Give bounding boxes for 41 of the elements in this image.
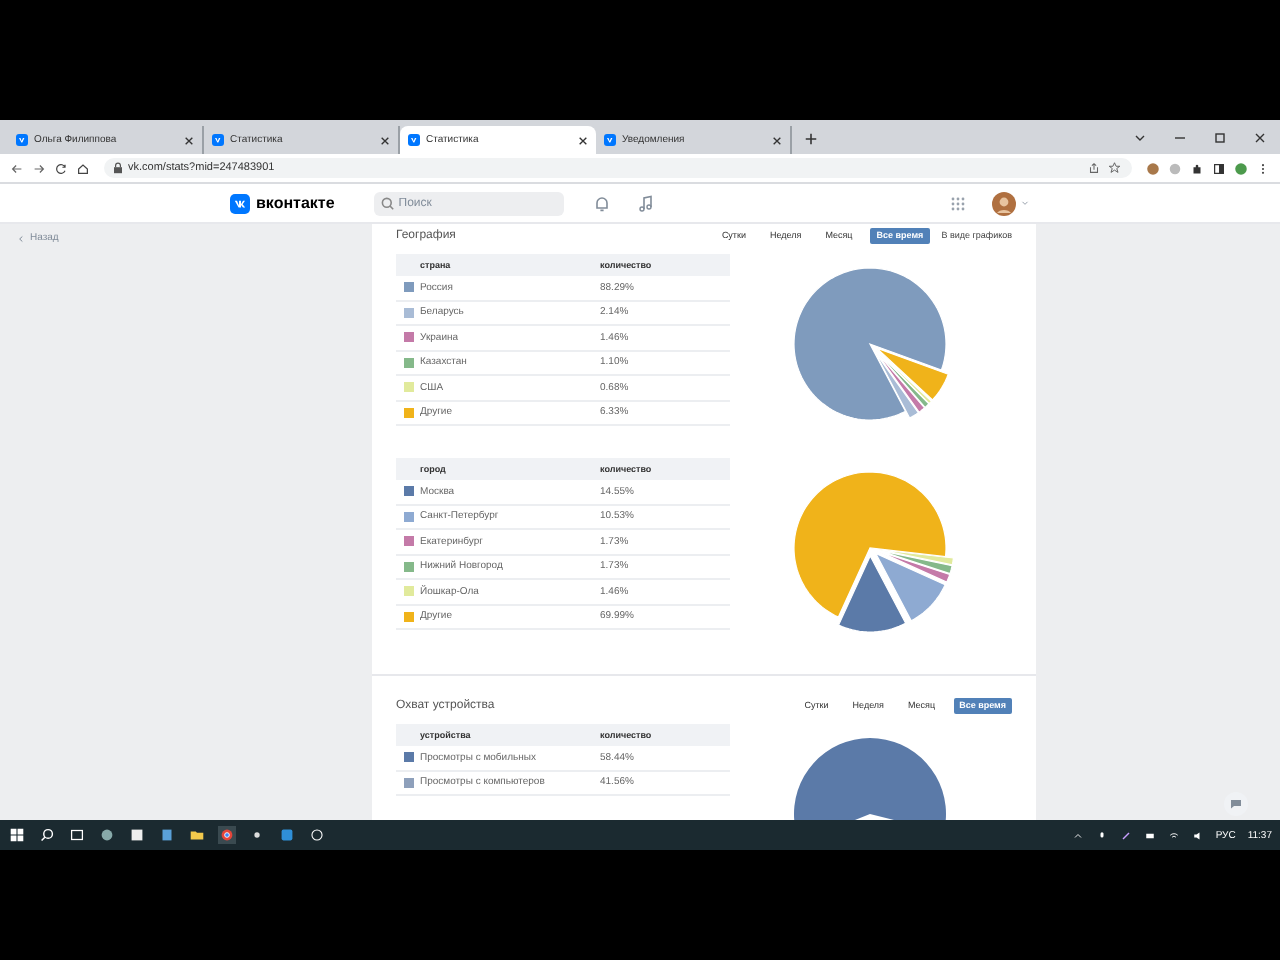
close-icon[interactable] (772, 135, 782, 145)
reload-icon[interactable] (54, 161, 68, 175)
speaker-icon[interactable] (1191, 829, 1204, 841)
wifi-icon[interactable] (1167, 829, 1180, 841)
maximize-icon[interactable] (1212, 130, 1228, 146)
pen-icon[interactable] (1119, 829, 1132, 841)
vk-logo-icon (604, 134, 616, 146)
avatar-icon[interactable] (1146, 161, 1160, 175)
back-arrow-icon[interactable] (10, 161, 24, 175)
chevron-left-icon (16, 233, 26, 243)
browser-icon[interactable] (218, 826, 236, 844)
close-icon[interactable] (1252, 130, 1268, 146)
search-icon[interactable] (38, 826, 56, 844)
microphone-icon[interactable] (1095, 829, 1108, 841)
apps-grid-icon[interactable] (948, 193, 968, 213)
vk-logo-icon (408, 134, 420, 146)
task-view-icon[interactable] (68, 826, 86, 844)
bell-icon[interactable] (592, 193, 613, 213)
windows-start-icon[interactable] (8, 826, 26, 844)
battery-icon[interactable] (1143, 829, 1156, 841)
search-icon (374, 191, 397, 215)
clock-icon[interactable] (308, 826, 326, 844)
home-icon[interactable] (76, 161, 90, 175)
vk-logo-icon (212, 134, 224, 146)
lock-icon (104, 158, 128, 178)
music-note-icon[interactable] (636, 193, 657, 213)
forward-arrow-icon[interactable] (32, 161, 46, 175)
puzzle-icon[interactable] (1190, 161, 1204, 175)
close-icon[interactable] (578, 135, 588, 145)
avatar-icon[interactable] (992, 191, 1016, 215)
vk-logo-icon[interactable] (230, 193, 250, 213)
plus-icon[interactable] (804, 132, 818, 146)
vk-logo-icon (16, 134, 28, 146)
close-icon[interactable] (380, 135, 390, 145)
chevron-down-icon[interactable] (1132, 130, 1148, 146)
side-panel-icon[interactable] (1212, 161, 1226, 175)
site-logo-text[interactable]: вконтакте (256, 194, 335, 212)
chevron-up-icon[interactable] (1071, 829, 1084, 841)
folder-icon[interactable] (188, 826, 206, 844)
close-icon[interactable] (184, 135, 194, 145)
profile-avatar-icon[interactable] (1234, 161, 1248, 175)
